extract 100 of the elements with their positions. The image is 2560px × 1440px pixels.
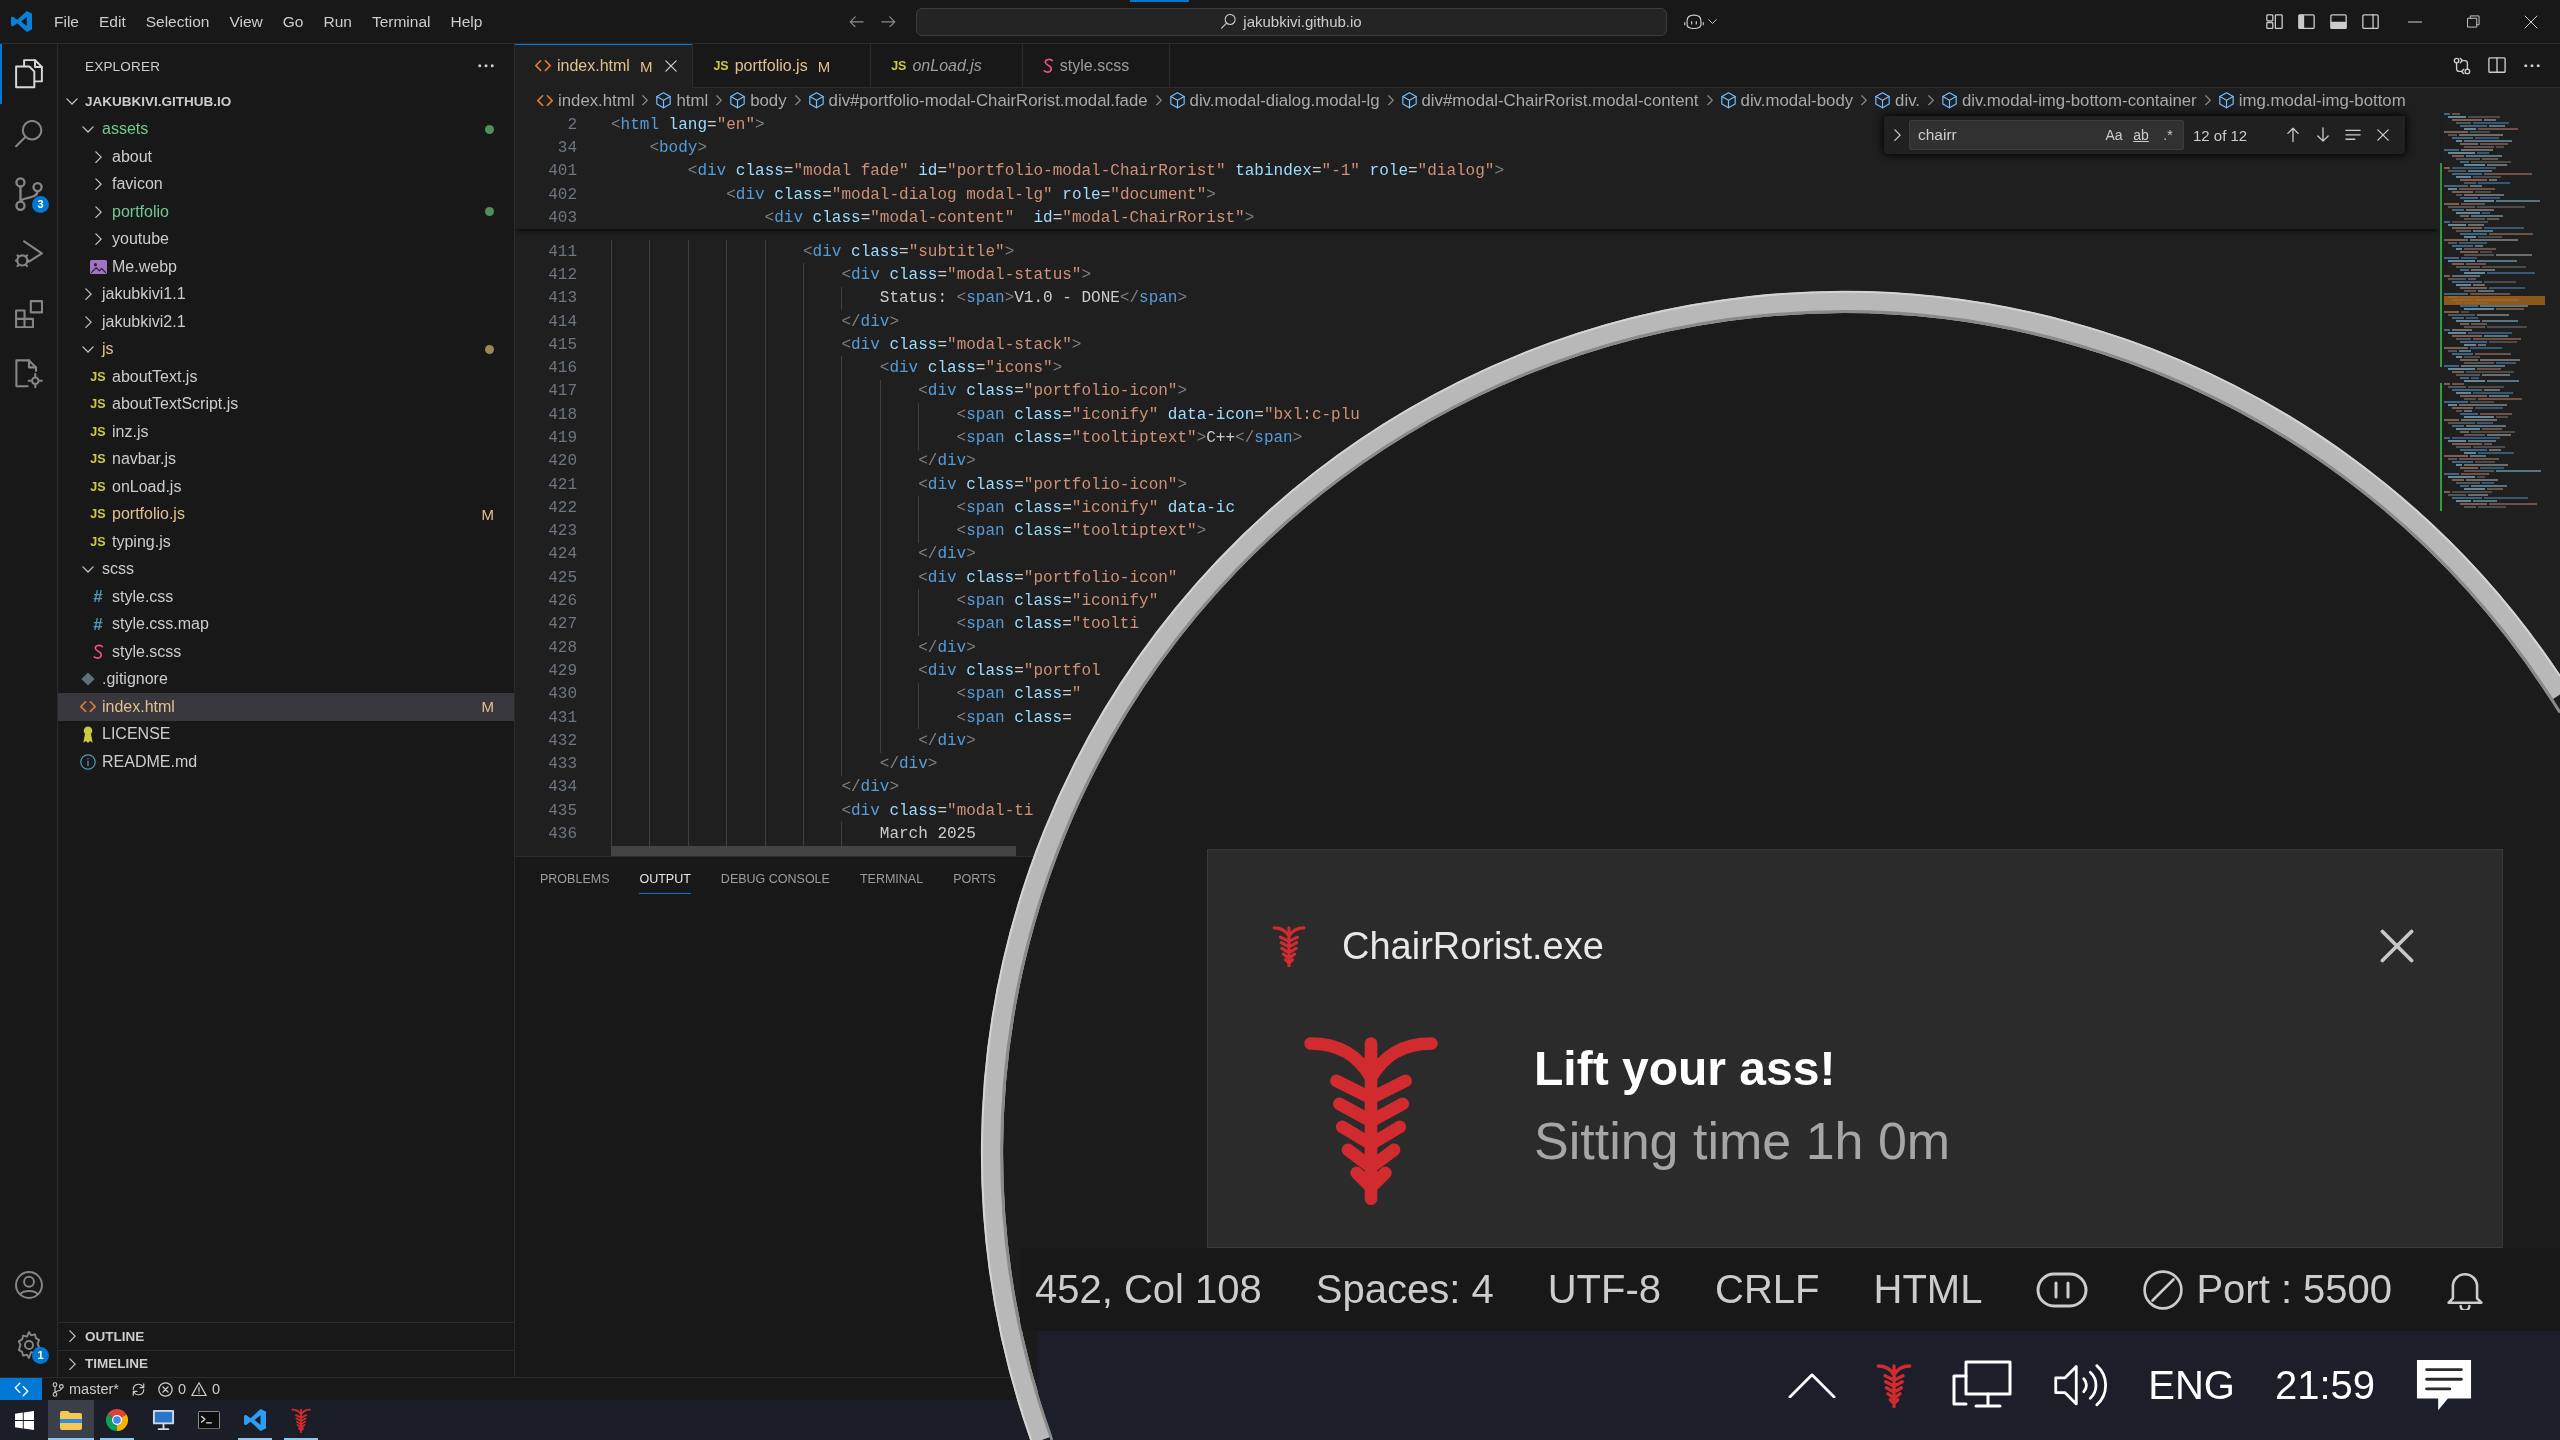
- js-file-icon: JS: [90, 535, 106, 548]
- tree-item[interactable]: JS portfolio.js M: [58, 500, 514, 528]
- tree-item[interactable]: assets: [58, 115, 514, 143]
- tree-item[interactable]: JS onLoad.js: [58, 473, 514, 501]
- tree-item[interactable]: # style.css.map: [58, 610, 514, 638]
- fern-icon[interactable]: [1876, 1363, 1913, 1408]
- regex-toggle[interactable]: .*: [2155, 127, 2181, 143]
- panel-tab[interactable]: DEBUG CONSOLE: [720, 863, 830, 894]
- windows-logo-icon: [14, 1410, 34, 1430]
- section-header[interactable]: OUTLINE: [58, 1322, 514, 1350]
- code-line: <span class=": [956, 685, 1082, 704]
- code-line: <span class="iconify" data-icon="bxl:c-plu: [956, 405, 1360, 424]
- tree-item[interactable]: portfolio: [58, 198, 514, 226]
- tree-item[interactable]: index.html M: [58, 693, 514, 721]
- editor-tab[interactable]: style.scss: [1022, 44, 1171, 88]
- chevron-right-icon: [1893, 128, 1901, 142]
- menu-item[interactable]: Run: [313, 7, 362, 36]
- panel-tab[interactable]: PORTS: [953, 863, 996, 894]
- minimize-icon: [2408, 20, 2422, 23]
- tree-item[interactable]: JS inz.js: [58, 418, 514, 446]
- code-line: <div class="portfolio-icon">: [918, 382, 1188, 401]
- code-line: <div class="portfol: [918, 661, 1101, 680]
- menu-item[interactable]: File: [44, 7, 89, 36]
- breadcrumb-item[interactable]: body: [730, 90, 787, 111]
- tree-item[interactable]: LICENSE: [58, 720, 514, 748]
- remote-button[interactable]: [0, 1378, 42, 1400]
- cube-icon: [808, 92, 824, 109]
- menu-item[interactable]: Terminal: [361, 7, 441, 36]
- activity-bar-button[interactable]: 3: [0, 164, 57, 224]
- tree-item[interactable]: JS typing.js: [58, 528, 514, 556]
- chevron-right-icon: [1706, 95, 1713, 106]
- taskbar-button[interactable]: [48, 1400, 94, 1440]
- tree-item[interactable]: js: [58, 335, 514, 363]
- tree-item[interactable]: .gitignore: [58, 665, 514, 693]
- editor-tab[interactable]: index.html M: [515, 44, 694, 88]
- status-bar-item[interactable]: Spaces: 4: [1315, 1267, 1494, 1312]
- breadcrumb-item[interactable]: div#modal-ChairRorist.modal-content: [1401, 90, 1699, 111]
- scrollbar-thumb[interactable]: [611, 845, 1016, 856]
- activity-bar-button[interactable]: 1: [0, 1315, 57, 1375]
- tree-item[interactable]: youtube: [58, 225, 514, 253]
- tree-item[interactable]: jakubkivi1.1: [58, 280, 514, 308]
- line-number: 403: [547, 208, 577, 227]
- chevron-up-icon[interactable]: [1788, 1372, 1837, 1399]
- tree-item[interactable]: JS navbar.js: [58, 445, 514, 473]
- status-bar-item[interactable]: UTF-8: [1547, 1267, 1662, 1312]
- menu-item[interactable]: View: [219, 7, 273, 36]
- status-bar-item[interactable]: CRLF: [1715, 1267, 1820, 1312]
- js-file-icon: JS: [90, 508, 106, 521]
- code-line: <div class="modal fade" id="portfolio-modal-ChairRorist" tabindex="-1" role="dialog">: [687, 162, 1504, 181]
- panel-tab[interactable]: PROBLEMS: [540, 863, 610, 894]
- whole-word-toggle[interactable]: ab: [2128, 127, 2154, 143]
- breadcrumb-item[interactable]: div.: [1875, 90, 1920, 111]
- menu-item[interactable]: Go: [272, 7, 314, 36]
- breadcrumb-item[interactable]: div.modal-img-bottom-container: [1942, 90, 2197, 111]
- breadcrumb-item[interactable]: index.html: [537, 90, 635, 111]
- breadcrumb-item[interactable]: img.modal-img-bottom: [2218, 90, 2406, 111]
- breadcrumb-item[interactable]: div.modal-dialog.modal-lg: [1169, 90, 1380, 111]
- tree-item[interactable]: # style.css: [58, 583, 514, 611]
- panel-tab[interactable]: TERMINAL: [859, 863, 924, 894]
- tree-item[interactable]: about: [58, 143, 514, 171]
- tree-item[interactable]: jakubkivi2.1: [58, 308, 514, 336]
- tree-item[interactable]: Me.webp: [58, 253, 514, 281]
- compare-icon: [2453, 56, 2471, 75]
- ribbon-icon: [82, 725, 94, 743]
- status-bar-item[interactable]: Port : 5500: [2142, 1267, 2393, 1312]
- tree-item[interactable]: README.md: [58, 748, 514, 776]
- git-status-letter: M: [817, 57, 831, 75]
- breadcrumb-item[interactable]: div#portfolio-modal-ChairRorist.modal.fade: [808, 90, 1148, 111]
- tree-item[interactable]: scss: [58, 555, 514, 583]
- status-bar-item[interactable]: 452, Col 108: [1035, 1267, 1262, 1312]
- notification-close-button[interactable]: [2380, 929, 2414, 963]
- editor-tab[interactable]: JS portfolio.js M: [693, 44, 872, 88]
- breadcrumb-item[interactable]: html: [656, 90, 709, 111]
- tray-item[interactable]: 21:59: [2274, 1363, 2375, 1408]
- code-line: <div class="modal-stack">: [841, 335, 1082, 354]
- panel-tab[interactable]: OUTPUT: [639, 863, 691, 894]
- folder-header[interactable]: JAKUBKIVI.GITHUB.IO: [58, 88, 514, 116]
- editor-tab[interactable]: JS onLoad.js: [871, 44, 1023, 88]
- status-bar-item[interactable]: HTML: [1873, 1267, 1983, 1312]
- code-line: <span class="tooltiptext">: [956, 522, 1207, 541]
- menu-item[interactable]: Edit: [89, 7, 136, 36]
- problem-count: 0: [212, 1381, 221, 1397]
- tree-item[interactable]: JS aboutText.js: [58, 363, 514, 391]
- menu-item[interactable]: Help: [440, 7, 493, 36]
- match-case-toggle[interactable]: Aa: [2101, 127, 2127, 143]
- tree-item[interactable]: style.scss: [58, 638, 514, 666]
- line-number: 412: [547, 265, 577, 284]
- menu-item[interactable]: Selection: [135, 7, 220, 36]
- command-center[interactable]: jakubkivi.github.io: [916, 7, 1667, 36]
- arrow-left-icon: [848, 15, 864, 28]
- line-number: 435: [547, 801, 577, 820]
- line-number: 414: [547, 312, 577, 331]
- branch-button[interactable]: master*: [46, 1378, 125, 1400]
- find-input-field[interactable]: chairr Aa ab .*: [1909, 120, 2184, 150]
- tree-item[interactable]: favicon: [58, 170, 514, 198]
- goggles-icon[interactable]: [2036, 1271, 2089, 1308]
- breadcrumb-item[interactable]: div.modal-body: [1720, 90, 1854, 111]
- tray-item[interactable]: ENG: [2148, 1363, 2235, 1408]
- notifications-icon[interactable]: [2415, 1358, 2473, 1413]
- tree-item[interactable]: JS aboutTextScript.js: [58, 390, 514, 418]
